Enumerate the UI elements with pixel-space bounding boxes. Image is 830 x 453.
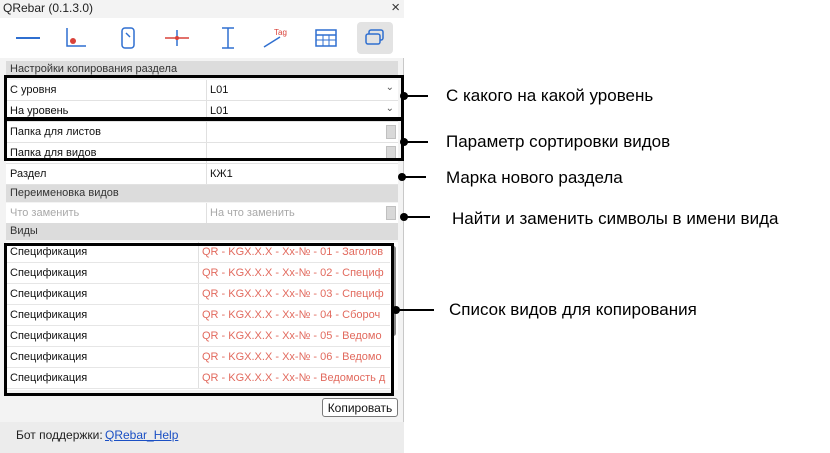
dimension-icon — [66, 28, 86, 47]
table-icon — [315, 29, 337, 47]
callout-box-levels — [4, 75, 404, 120]
cursor-icon — [121, 27, 135, 49]
crosshair-tool-button[interactable] — [159, 22, 195, 54]
copy-views-icon — [365, 29, 384, 45]
callout-arrow — [400, 92, 428, 100]
rename-row[interactable]: Что заменить На что заменить — [6, 203, 398, 224]
annotation-views-list: Список видов для копирования — [449, 300, 697, 319]
title-bar: QRebar (0.1.3.0) × — [0, 0, 404, 18]
dimension-tool-button[interactable] — [58, 22, 94, 54]
section-input[interactable]: КЖ1 — [210, 168, 233, 180]
line-icon — [16, 37, 40, 39]
copy-button[interactable]: Копировать — [322, 398, 398, 417]
callout-box-folders — [4, 118, 404, 161]
support-link[interactable]: QRebar_Help — [105, 428, 178, 442]
callout-arrow — [398, 173, 426, 181]
rename-apply-button[interactable] — [386, 206, 396, 220]
crosshair-icon — [165, 30, 189, 46]
section-row[interactable]: Раздел КЖ1 — [6, 164, 398, 185]
svg-text:Tag: Tag — [274, 28, 287, 37]
find-input[interactable]: Что заменить — [10, 207, 79, 219]
window-title: QRebar (0.1.3.0) — [3, 1, 94, 15]
tag-icon: Tag — [263, 28, 287, 48]
annotation-sorting: Параметр сортировки видов — [446, 132, 671, 151]
annotation-section: Марка нового раздела — [446, 168, 623, 187]
rename-header: Переименовка видов — [6, 185, 398, 202]
line-tool-button[interactable] — [10, 22, 46, 54]
views-header: Виды — [6, 223, 398, 240]
toolbar: Tag — [0, 18, 404, 58]
callout-box-views — [4, 243, 394, 396]
tag-tool-button[interactable]: Tag — [258, 22, 294, 54]
cursor-tool-button[interactable] — [110, 22, 146, 54]
section-label: Раздел — [10, 168, 47, 180]
callout-arrow — [392, 306, 434, 314]
close-icon[interactable]: × — [391, 0, 400, 16]
text-tool-button[interactable] — [210, 22, 246, 54]
annotation-levels: С какого на какой уровень — [446, 86, 654, 105]
replace-input[interactable]: На что заменить — [210, 207, 295, 219]
annotation-rename: Найти и заменить символы в имени вида — [452, 209, 779, 228]
text-i-icon — [222, 27, 234, 49]
copy-views-tool-button[interactable] — [357, 22, 393, 54]
footer: Бот поддержки: QRebar_Help — [0, 422, 404, 453]
support-label: Бот поддержки: — [16, 428, 103, 442]
callout-arrow — [400, 213, 430, 221]
callout-arrow — [400, 138, 428, 146]
table-tool-button[interactable] — [308, 22, 344, 54]
